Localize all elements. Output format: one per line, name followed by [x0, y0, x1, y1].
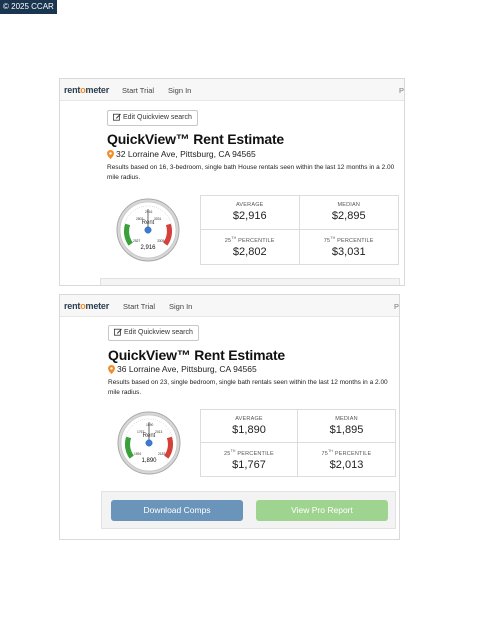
p75-cell: 75TH PERCENTILE $2,013 — [298, 443, 395, 476]
start-trial-link[interactable]: Start Trial — [122, 86, 154, 95]
average-label: AVERAGE — [235, 202, 264, 208]
rentometer-screenshot-2: rentometer Start Trial Sign In P Edit Qu… — [59, 294, 400, 540]
median-value: $2,895 — [331, 210, 366, 222]
average-cell: AVERAGE $1,890 — [201, 410, 298, 443]
map-pin-icon — [108, 365, 115, 374]
gauge-tick-label: 1591 — [134, 452, 142, 456]
edit-quickview-button[interactable]: Edit Quickview search — [107, 110, 198, 126]
p25-label: 25TH PERCENTILE — [224, 236, 275, 244]
address-text: 32 Lorraine Ave, Pittsburg, CA 94565 — [116, 149, 256, 159]
average-label: AVERAGE — [235, 416, 263, 422]
edit-quickview-button[interactable]: Edit Quickview search — [108, 325, 199, 341]
rentometer-logo[interactable]: rentometer — [64, 301, 109, 311]
nav-cut-text: P — [393, 302, 399, 311]
rentometer-logo[interactable]: rentometer — [64, 85, 109, 95]
copyright-label: © 2025 CCAR — [0, 0, 57, 14]
results-description: Results based on 23, single bedroom, sin… — [108, 379, 388, 396]
rent-gauge: 2802 3031 2916 2527 3305 Rent 2,916 — [116, 198, 180, 262]
gauge-tick-label: 2916 — [145, 210, 153, 214]
rentometer-screenshot-1: rentometer Start Trial Sign In P Edit Qu… — [59, 78, 405, 286]
results-description: Results based on 16, 3-bedroom, single b… — [107, 164, 395, 181]
p75-value: $2,013 — [329, 458, 364, 471]
p75-label: 75TH PERCENTILE — [323, 236, 374, 244]
gauge-tick-label: 3305 — [157, 239, 165, 243]
median-cell: MEDIAN $1,895 — [298, 410, 395, 443]
p25-value: $1,767 — [232, 458, 266, 471]
gauge-tick-label: 2183 — [158, 452, 166, 456]
edit-quickview-label: Edit Quickview search — [123, 114, 192, 121]
gauge-tick-label: 1890 — [146, 423, 154, 427]
address-line: 36 Lorraine Ave, Pittsburg, CA 94565 — [108, 364, 257, 374]
sign-in-link[interactable]: Sign In — [169, 302, 192, 311]
gauge-value: 2,916 — [140, 245, 156, 251]
page-title: QuickView™ Rent Estimate — [108, 347, 286, 363]
start-trial-link[interactable]: Start Trial — [123, 302, 155, 311]
median-label: MEDIAN — [337, 202, 361, 208]
p75-label: 75TH PERCENTILE — [321, 449, 372, 457]
page-title: QuickView™ Rent Estimate — [107, 131, 285, 147]
median-value: $1,895 — [329, 424, 364, 436]
gauge-tick-label: 2013 — [155, 430, 163, 434]
p75-cell: 75TH PERCENTILE $3,031 — [300, 230, 399, 264]
rent-gauge: 1767 2013 1890 1591 2183 Rent 1,890 — [117, 411, 181, 475]
average-cell: AVERAGE $2,916 — [201, 196, 300, 230]
address-line: 32 Lorraine Ave, Pittsburg, CA 94565 — [107, 149, 256, 159]
gauge-tick-label: 3031 — [154, 217, 162, 221]
median-label: MEDIAN — [335, 416, 358, 422]
edit-quickview-label: Edit Quickview search — [124, 329, 193, 336]
p75-value: $3,031 — [331, 245, 366, 258]
address-text: 36 Lorraine Ave, Pittsburg, CA 94565 — [117, 364, 257, 374]
action-bar: Download Comps View Pro Report — [101, 491, 396, 529]
nav-cut-text: P — [398, 86, 404, 95]
p25-label: 25TH PERCENTILE — [224, 449, 274, 457]
gauge-hub — [144, 226, 152, 234]
map-pin-icon — [107, 150, 114, 159]
download-comps-button[interactable]: Download Comps — [111, 500, 243, 521]
rent-stats-grid: AVERAGE $2,916 MEDIAN $2,895 25TH PERCEN… — [200, 195, 399, 265]
p25-cell: 25TH PERCENTILE $1,767 — [201, 443, 298, 476]
action-bar-cutoff — [100, 278, 400, 285]
average-value: $1,890 — [232, 424, 266, 436]
sign-in-link[interactable]: Sign In — [168, 86, 191, 95]
gauge-value: 1,890 — [141, 458, 157, 464]
edit-icon — [113, 113, 121, 121]
edit-icon — [114, 328, 122, 336]
average-value: $2,916 — [232, 210, 267, 222]
navbar: rentometer Start Trial Sign In P — [60, 79, 404, 101]
rent-stats-grid: AVERAGE $1,890 MEDIAN $1,895 25TH PERCEN… — [200, 409, 396, 477]
p25-cell: 25TH PERCENTILE $2,802 — [201, 230, 300, 264]
navbar: rentometer Start Trial Sign In P — [60, 295, 399, 317]
gauge-tick-label: 2527 — [133, 239, 141, 243]
p25-value: $2,802 — [232, 245, 267, 258]
median-cell: MEDIAN $2,895 — [299, 196, 398, 230]
gauge-hub — [145, 439, 153, 447]
view-pro-report-button[interactable]: View Pro Report — [256, 500, 388, 521]
